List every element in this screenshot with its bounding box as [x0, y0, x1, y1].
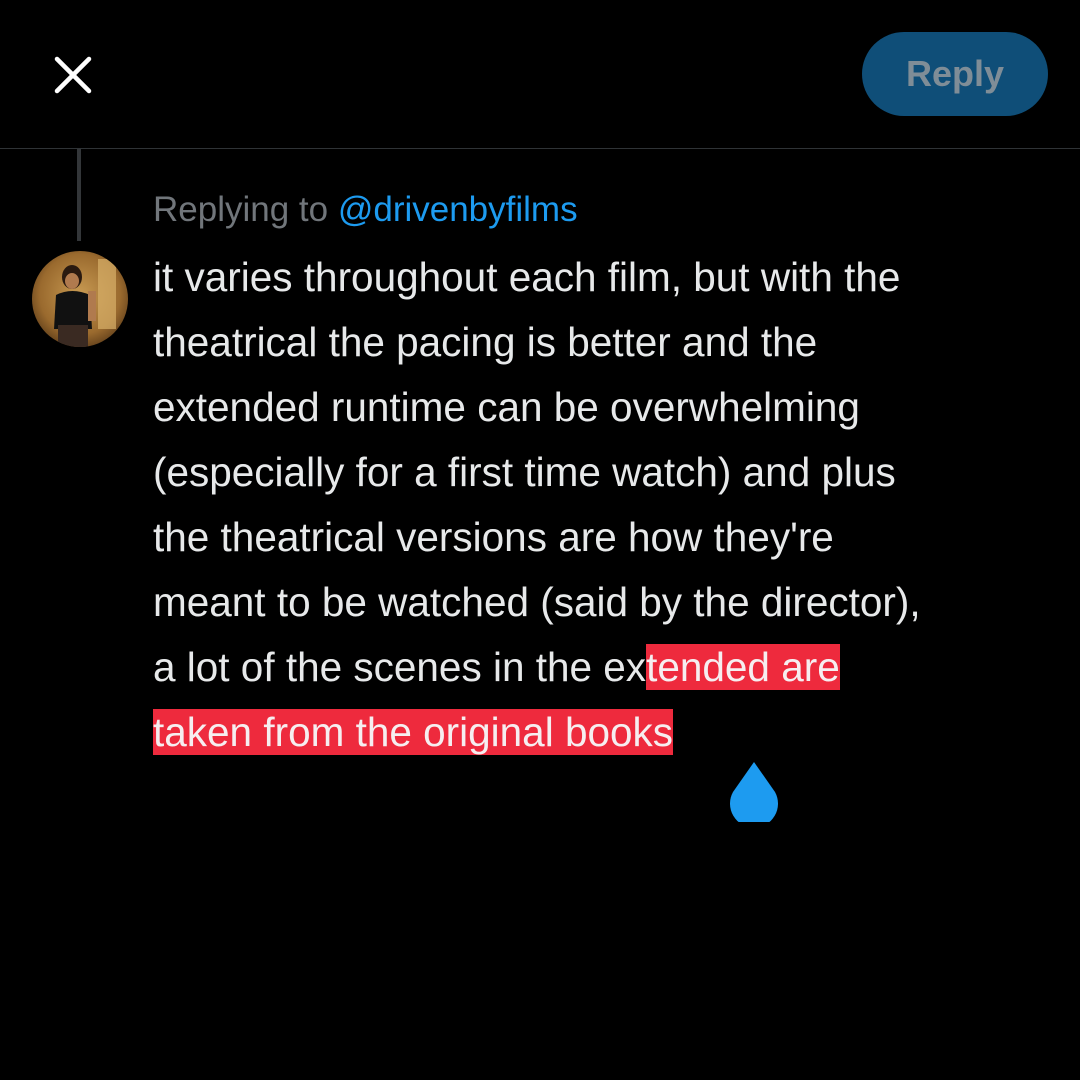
reply-button[interactable]: Reply	[862, 32, 1048, 116]
avatar-image	[32, 251, 128, 347]
replying-prefix: Replying to	[153, 190, 338, 229]
close-icon	[54, 56, 92, 94]
mention-link[interactable]: @drivenbyfilms	[338, 190, 578, 229]
avatar[interactable]	[32, 251, 128, 347]
close-button[interactable]	[46, 48, 100, 102]
thread-connector-line	[77, 149, 81, 241]
drop-handle-icon	[730, 762, 778, 822]
tweet-text[interactable]: it varies throughout each film, but with…	[153, 245, 1053, 765]
replying-to-line: Replying to @drivenbyfilms	[153, 186, 578, 234]
top-bar: Reply	[0, 0, 1080, 149]
tweet-text-unselected: it varies throughout each film, but with…	[153, 254, 921, 690]
selection-end-handle[interactable]	[727, 760, 781, 822]
